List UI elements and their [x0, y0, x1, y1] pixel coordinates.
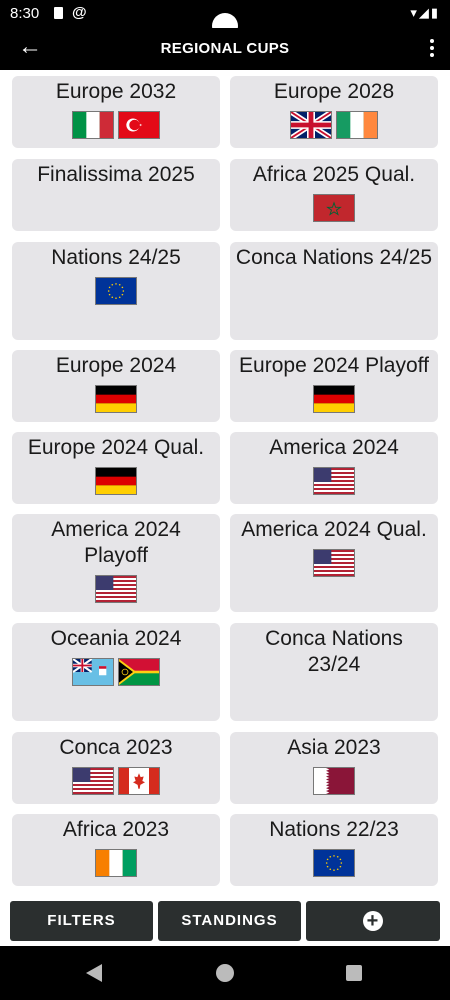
- cup-flags: [230, 684, 438, 712]
- cup-title: Africa 2023: [62, 818, 170, 841]
- cup-card[interactable]: Africa 2023: [12, 814, 220, 886]
- ireland-flag-icon: [336, 111, 378, 139]
- cup-card[interactable]: Finalissima 2025: [12, 159, 220, 231]
- cup-title: Africa 2025 Qual.: [252, 163, 416, 186]
- cup-grid: Europe 2032 Europe 2028 Finalissima 2025…: [0, 70, 450, 946]
- cup-title: Nations 24/25: [51, 246, 181, 269]
- cup-card[interactable]: Europe 2024: [12, 350, 220, 422]
- cup-card[interactable]: America 2024 Playoff: [12, 514, 220, 612]
- cup-flags: [12, 467, 220, 495]
- cup-title: America 2024 Playoff: [51, 518, 181, 567]
- canada-flag-icon: [118, 767, 160, 795]
- usa-flag-icon: [95, 575, 137, 603]
- cup-title: Europe 2024 Qual.: [27, 436, 205, 459]
- cup-card[interactable]: Africa 2025 Qual.: [230, 159, 438, 231]
- usa-flag-icon: [72, 767, 114, 795]
- cup-card[interactable]: America 2024 Qual.: [230, 514, 438, 612]
- cup-flags: [12, 277, 220, 305]
- cup-flags: [12, 658, 220, 686]
- cup-card[interactable]: Nations 22/23: [230, 814, 438, 886]
- cup-card[interactable]: Conca Nations 24/25: [230, 242, 438, 340]
- cup-flags: [230, 549, 438, 577]
- cup-card[interactable]: Nations 24/25: [12, 242, 220, 340]
- fiji-flag-icon: [72, 658, 114, 686]
- germany-flag-icon: [95, 467, 137, 495]
- cup-title: America 2024: [269, 436, 399, 459]
- toolbar: ← REGIONAL CUPS: [0, 28, 450, 70]
- cup-flags: [230, 767, 438, 795]
- vanuatu-flag-icon: [118, 658, 160, 686]
- cup-flags: [12, 194, 220, 222]
- nav-home-icon[interactable]: [216, 964, 234, 982]
- cup-title: Conca 2023: [59, 736, 173, 759]
- cup-title: Europe 2028: [273, 80, 395, 103]
- at-icon: @: [72, 4, 87, 21]
- turkey-flag-icon: [118, 111, 160, 139]
- morocco-flag-icon: [313, 194, 355, 222]
- cup-flags: [12, 575, 220, 603]
- cup-title: America 2024 Qual.: [241, 518, 427, 541]
- filters-button[interactable]: FILTERS: [10, 901, 153, 941]
- cup-title: Europe 2032: [55, 80, 177, 103]
- cup-flags: [230, 467, 438, 495]
- cup-flags: [230, 111, 438, 139]
- cup-card[interactable]: Oceania 2024: [12, 623, 220, 721]
- cup-card[interactable]: America 2024: [230, 432, 438, 504]
- cup-title: Asia 2023: [287, 736, 381, 759]
- cup-title: Conca Nations 24/25: [235, 246, 433, 269]
- add-button[interactable]: +: [306, 901, 440, 941]
- cup-card[interactable]: Europe 2028: [230, 76, 438, 148]
- standings-button[interactable]: STANDINGS: [158, 901, 301, 941]
- germany-flag-icon: [313, 385, 355, 413]
- cup-card[interactable]: Europe 2024 Playoff: [230, 350, 438, 422]
- cup-card[interactable]: Asia 2023: [230, 732, 438, 804]
- cup-flags: [12, 111, 220, 139]
- cup-flags: [12, 767, 220, 795]
- cup-flags: [230, 194, 438, 222]
- italy-flag-icon: [72, 111, 114, 139]
- cup-flags: [12, 385, 220, 413]
- cup-title: Europe 2024 Playoff: [239, 354, 429, 377]
- cup-flags: [230, 849, 438, 877]
- system-nav-bar: [0, 946, 450, 1000]
- add-icon: +: [363, 911, 383, 932]
- qatar-flag-icon: [313, 767, 355, 795]
- usa-flag-icon: [313, 549, 355, 577]
- page-title: REGIONAL CUPS: [160, 40, 290, 57]
- cup-flags: [230, 385, 438, 413]
- cup-title: Nations 22/23: [269, 818, 399, 841]
- cup-flags: [230, 277, 438, 305]
- sd-card-icon: [54, 7, 63, 19]
- uk-flag-icon: [290, 111, 332, 139]
- cup-title: Conca Nations 23/24: [265, 627, 403, 676]
- cup-card[interactable]: Conca Nations 23/24: [230, 623, 438, 721]
- status-time: 8:30: [10, 5, 40, 22]
- cup-title: Finalissima 2025: [37, 163, 195, 186]
- usa-flag-icon: [313, 467, 355, 495]
- cup-title: Oceania 2024: [50, 627, 182, 650]
- cup-card[interactable]: Europe 2024 Qual.: [12, 432, 220, 504]
- cup-card[interactable]: Conca 2023: [12, 732, 220, 804]
- eu-flag-icon: [95, 277, 137, 305]
- cup-flags: [12, 849, 220, 877]
- nav-back-icon[interactable]: [86, 964, 102, 982]
- eu-flag-icon: [313, 849, 355, 877]
- cup-card[interactable]: Europe 2032: [12, 76, 220, 148]
- cup-title: Europe 2024: [55, 354, 177, 377]
- status-right-icons: ▾◢▮: [410, 5, 440, 20]
- germany-flag-icon: [95, 385, 137, 413]
- ivory-coast-flag-icon: [95, 849, 137, 877]
- nav-recents-icon[interactable]: [346, 965, 362, 981]
- more-menu-icon[interactable]: [430, 39, 434, 60]
